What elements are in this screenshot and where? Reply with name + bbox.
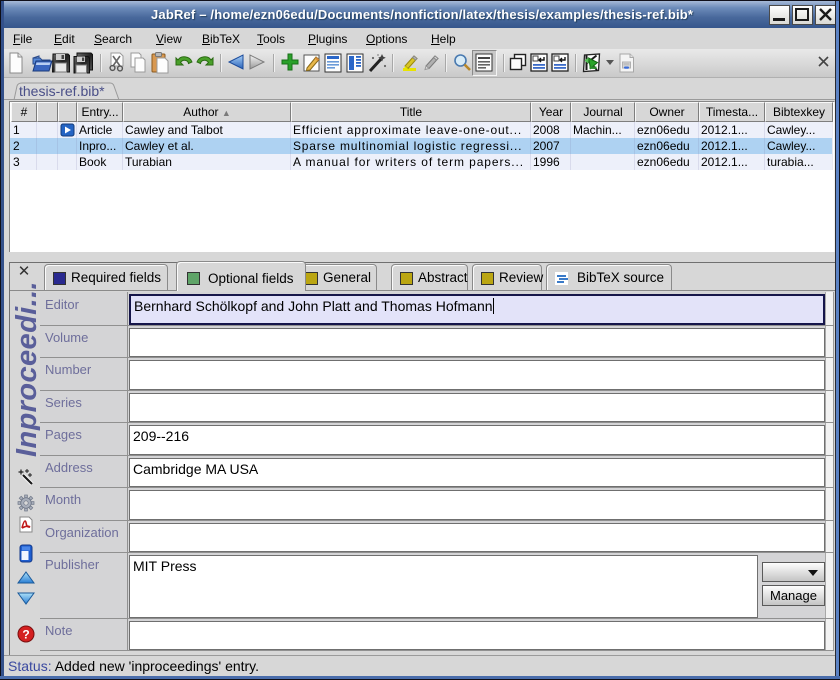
svg-text:?: ?	[22, 628, 29, 642]
